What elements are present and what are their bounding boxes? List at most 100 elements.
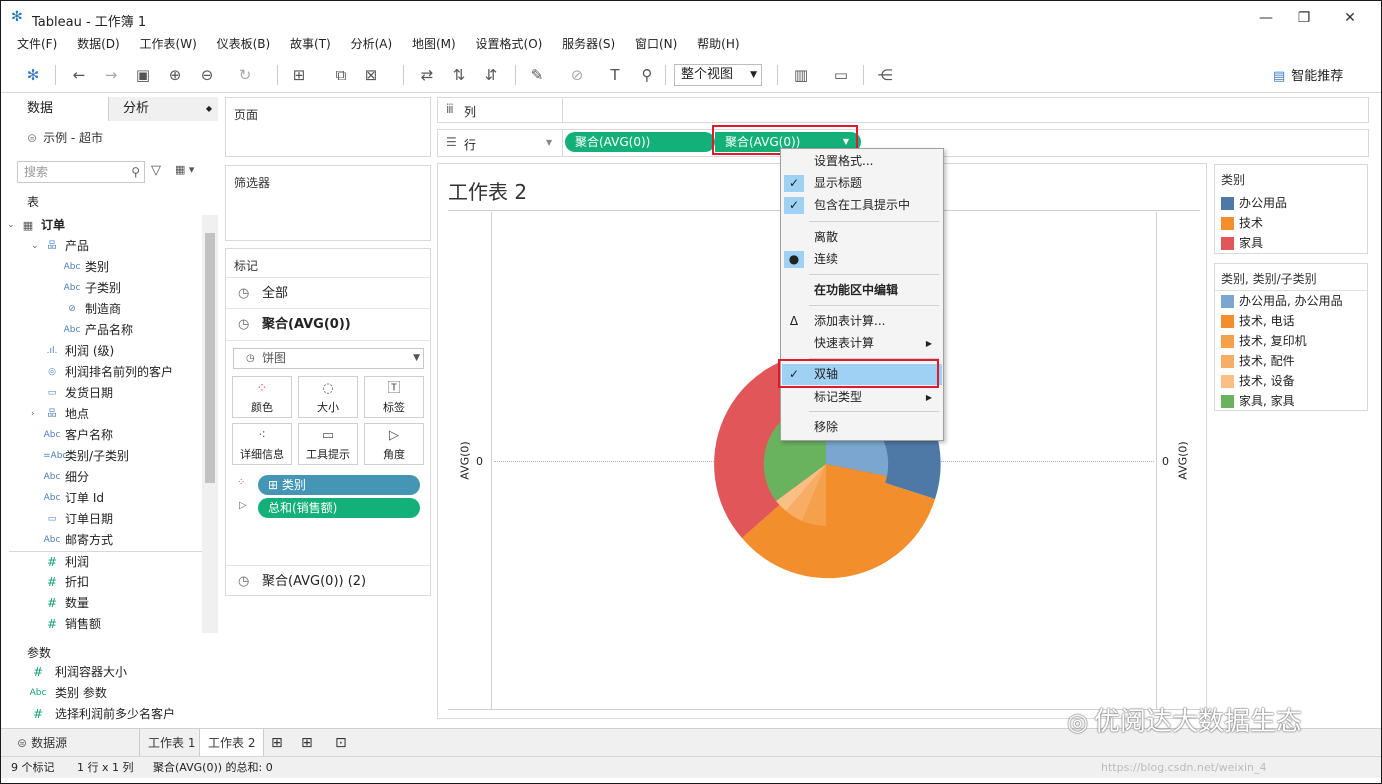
filters-shelf[interactable]: 筛选器	[225, 165, 431, 241]
share-icon[interactable]: ⋲	[875, 65, 895, 85]
menu-item[interactable]: 设置格式...	[782, 151, 942, 172]
new-story-icon[interactable]: ⊡	[327, 729, 355, 757]
menu-item[interactable]: 离散	[782, 227, 942, 248]
field-item[interactable]: .ıl. 利润 (级)	[9, 341, 204, 362]
field-list-scrollbar[interactable]	[202, 215, 218, 633]
sort-ascending-icon[interactable]: ⇅	[449, 65, 469, 85]
field-item[interactable]: Abc 订单 Id	[9, 488, 204, 509]
parameter-item[interactable]: # 选择利润前多少名客户	[9, 704, 218, 725]
show-me-button[interactable]: ▤ 智能推荐	[1273, 65, 1343, 84]
legend-item[interactable]: 技术, 电话	[1221, 311, 1295, 331]
menu-story[interactable]: 故事(T)	[290, 34, 331, 54]
menu-item[interactable]: ✓ 包含在工具提示中	[782, 195, 942, 216]
maximize-button[interactable]: ❐	[1281, 5, 1327, 31]
menu-item[interactable]: 在功能区中编辑	[782, 280, 942, 301]
tab-sheet-2[interactable]: 工作表 2	[199, 729, 265, 757]
menu-worksheet[interactable]: 工作表(W)	[140, 34, 197, 54]
tab-data[interactable]: 数据	[9, 97, 109, 121]
color-button[interactable]: ⁘ 颜色	[232, 376, 292, 418]
sort-descending-icon[interactable]: ⇵	[481, 65, 501, 85]
menu-analysis[interactable]: 分析(A)	[351, 34, 393, 54]
duplicate-sheet-icon[interactable]: ⧉	[331, 65, 351, 85]
menu-item[interactable]: ✓ 显示标题	[782, 173, 942, 194]
field-item[interactable]: # 数量	[9, 593, 204, 614]
menu-item[interactable]: 标记类型 ▶	[782, 387, 942, 408]
menu-file[interactable]: 文件(F)	[17, 34, 57, 54]
marks-item-1[interactable]: ◷ 聚合(AVG(0))	[226, 309, 431, 341]
search-input[interactable]: 搜索 ⚲	[17, 161, 145, 183]
field-item[interactable]: Abc 细分	[9, 467, 204, 488]
detail-button[interactable]: ⁖ 详细信息	[232, 423, 292, 465]
highlight-icon[interactable]: ✎	[527, 65, 547, 85]
collapse-icon[interactable]: ⌄	[7, 215, 15, 236]
legend-item[interactable]: 技术, 配件	[1221, 351, 1295, 371]
field-item[interactable]: Abc 类别	[9, 257, 204, 278]
filter-icon[interactable]: ▽	[151, 163, 161, 178]
field-item[interactable]: ⌄ 品产品	[9, 236, 204, 257]
mark-type-select[interactable]: ◷ 饼图 ▼	[233, 348, 424, 369]
field-item[interactable]: ▭ 订单日期	[9, 509, 204, 530]
menu-server[interactable]: 服务器(S)	[562, 34, 615, 54]
close-button[interactable]: ✕	[1327, 5, 1373, 31]
marks-all[interactable]: ◷ 全部	[226, 277, 431, 309]
size-button[interactable]: ◌ 大小	[298, 376, 358, 418]
fix-axes-icon[interactable]: ⚲	[637, 65, 657, 85]
new-worksheet-icon[interactable]: ⊞	[289, 65, 309, 85]
menu-item[interactable]: 快速表计算 ▶	[782, 333, 942, 354]
row-pill-1[interactable]: 聚合(AVG(0))	[565, 132, 715, 152]
refresh-icon[interactable]: ↻	[235, 65, 255, 85]
menu-help[interactable]: 帮助(H)	[697, 34, 739, 54]
legend-item[interactable]: 家具, 家具	[1221, 391, 1295, 411]
parameter-item[interactable]: # 利润容器大小	[9, 662, 218, 683]
menu-item[interactable]: ● 连续	[782, 249, 942, 270]
datasource-item[interactable]: ⊜ 示例 - 超市	[27, 129, 103, 146]
menu-map[interactable]: 地图(M)	[412, 34, 456, 54]
parameter-item[interactable]: Abc 类别 参数	[9, 683, 218, 704]
group-icon[interactable]: ⊘	[567, 65, 587, 85]
menu-data[interactable]: 数据(D)	[77, 34, 120, 54]
angle-button[interactable]: ▷ 角度	[364, 423, 424, 465]
field-item[interactable]: ▭ 发货日期	[9, 383, 204, 404]
view-options-icon[interactable]: ▦ ▾	[175, 163, 194, 176]
legend-item[interactable]: 技术	[1221, 213, 1263, 233]
tab-datasource[interactable]: ⊜ 数据源	[9, 729, 75, 757]
legend-item[interactable]: 技术, 设备	[1221, 371, 1295, 391]
field-item[interactable]: # 利润	[9, 551, 204, 572]
expand-icon[interactable]: ›	[31, 404, 35, 425]
legend-category[interactable]: 类别 办公用品 技术 家具	[1214, 164, 1368, 254]
new-datasource-icon[interactable]: ⊕	[165, 65, 185, 85]
menu-window[interactable]: 窗口(N)	[635, 34, 677, 54]
legend-subcategory[interactable]: 类别, 类别/子类别 办公用品, 办公用品 技术, 电话 技术, 复印机 技术, 配件…	[1214, 263, 1368, 411]
tab-analysis[interactable]: 分析 ◆	[109, 97, 218, 121]
field-item[interactable]: # 折扣	[9, 572, 204, 593]
labels-icon[interactable]: T	[605, 65, 625, 85]
field-item[interactable]: Abc 客户名称	[9, 425, 204, 446]
collapse-icon[interactable]: ⌄	[31, 236, 39, 257]
undo-icon[interactable]: ←	[69, 65, 89, 85]
pause-updates-icon[interactable]: ⊖	[197, 65, 217, 85]
swap-rows-columns-icon[interactable]: ⇄	[417, 65, 437, 85]
menu-format[interactable]: 设置格式(O)	[476, 34, 543, 54]
field-item[interactable]: Abc 邮寄方式	[9, 530, 204, 551]
pages-shelf[interactable]: 页面	[225, 97, 431, 157]
menu-dashboard[interactable]: 仪表板(B)	[217, 34, 271, 54]
show-cards-icon[interactable]: ▥	[791, 65, 811, 85]
presentation-mode-icon[interactable]: ▭	[831, 65, 851, 85]
fit-select[interactable]: 整个视图 ▼	[674, 64, 762, 86]
redo-icon[interactable]: →	[101, 65, 121, 85]
color-pill[interactable]: ⊞ 类别	[258, 475, 420, 495]
marks-item-2[interactable]: ◷ 聚合(AVG(0)) (2)	[226, 565, 431, 597]
tab-sheet-1[interactable]: 工作表 1	[139, 729, 203, 757]
tableau-start-icon[interactable]: ✻	[23, 65, 43, 85]
field-item[interactable]: Abc 产品名称	[9, 320, 204, 341]
label-button[interactable]: 🅃 标签	[364, 376, 424, 418]
menu-item[interactable]: 移除	[782, 417, 942, 438]
angle-pill[interactable]: 总和(销售额)	[258, 498, 420, 518]
tooltip-button[interactable]: ▭ 工具提示	[298, 423, 358, 465]
field-item[interactable]: ⊘ 制造商	[9, 299, 204, 320]
save-icon[interactable]: ▣	[133, 65, 153, 85]
legend-item[interactable]: 办公用品, 办公用品	[1221, 291, 1343, 311]
legend-item[interactable]: 技术, 复印机	[1221, 331, 1307, 351]
field-item[interactable]: ⌄ ▦ 订单	[7, 215, 204, 236]
legend-item[interactable]: 办公用品	[1221, 193, 1287, 213]
